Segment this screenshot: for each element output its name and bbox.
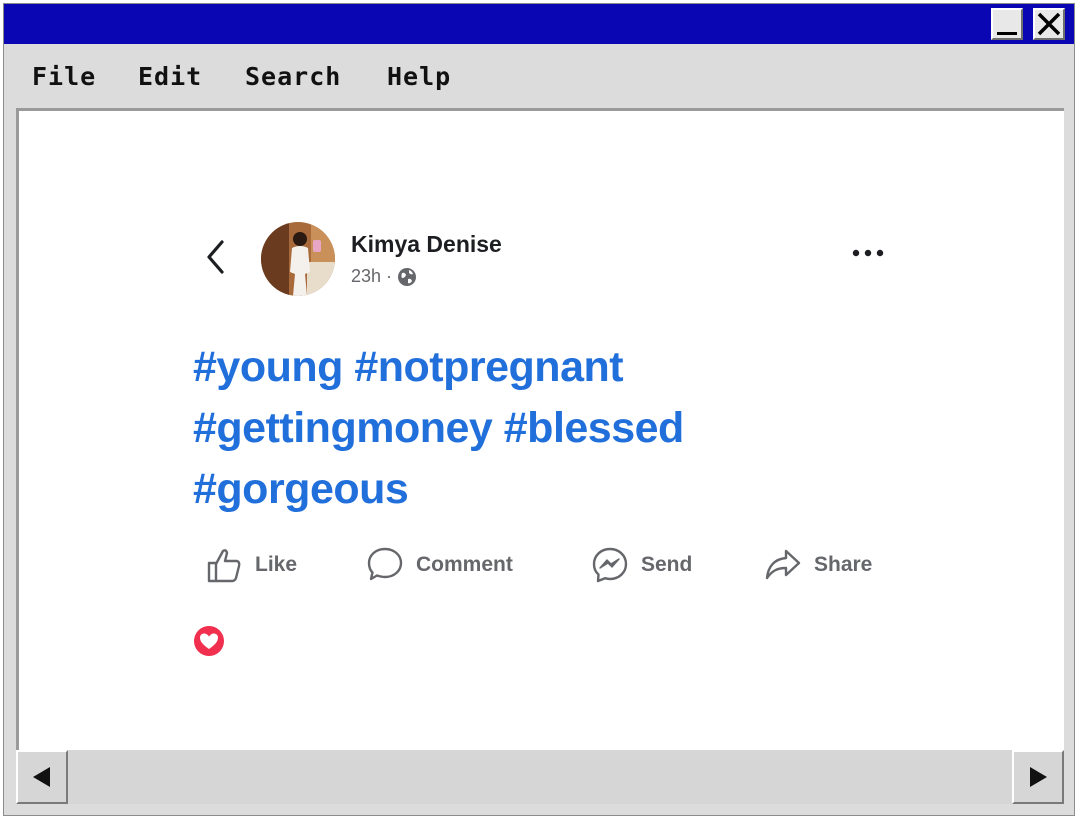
post-text: #young #notpregnant #gettingmoney #bless… [193,337,833,520]
avatar[interactable] [261,222,335,296]
menu-help[interactable]: Help [387,62,451,91]
send-button[interactable]: Send [591,543,692,587]
comment-button[interactable]: Comment [366,543,513,587]
horizontal-scrollbar[interactable] [16,750,1064,804]
back-arrow-icon[interactable] [204,239,228,275]
share-button[interactable]: Share [764,543,872,587]
menu-file[interactable]: File [32,62,96,91]
scroll-right-button[interactable] [1012,750,1064,804]
post-time[interactable]: 23h [351,266,381,287]
hashtag-link[interactable]: #gorgeous [193,465,409,513]
scroll-track[interactable] [68,750,1012,804]
facebook-post: Kimya Denise 23h · #young #notpregnant #… [19,111,1064,750]
minimize-button[interactable] [991,8,1023,40]
more-options-icon[interactable] [851,248,887,258]
hashtag-link[interactable]: #young [193,343,343,391]
like-label: Like [255,553,298,576]
meta-separator: · [386,266,393,286]
share-label: Share [814,553,873,576]
close-icon [1037,12,1061,36]
share-arrow-icon [765,549,801,580]
author-name[interactable]: Kimya Denise [351,231,502,258]
comment-label: Comment [416,553,513,576]
comment-bubble-icon [367,547,403,581]
close-button[interactable] [1033,8,1065,40]
globe-icon [398,267,417,286]
love-reaction-icon[interactable] [193,625,225,657]
hashtag-link[interactable]: #gettingmoney [193,404,493,452]
content-area: Kimya Denise 23h · #young #notpregnant #… [16,108,1064,750]
send-label: Send [641,553,693,576]
minimize-icon [997,32,1017,35]
hashtag-link[interactable]: #notpregnant [354,343,623,391]
profile-photo [261,222,335,296]
hashtag-link[interactable]: #blessed [504,404,685,452]
like-button[interactable]: Like [205,543,297,587]
app-window: File Edit Search Help Kimya Denise 23h ·… [3,3,1075,816]
thumbs-up-icon [207,549,241,583]
messenger-icon [592,547,628,583]
menu-bar: File Edit Search Help [4,44,1074,108]
scroll-left-button[interactable] [16,750,68,804]
title-bar [4,4,1074,44]
post-actions: Like Comment Send Share [19,543,1064,587]
triangle-left-icon [33,767,50,787]
triangle-right-icon [1030,767,1047,787]
menu-search[interactable]: Search [245,62,341,91]
menu-edit[interactable]: Edit [138,62,202,91]
post-meta: 23h · [351,266,417,287]
